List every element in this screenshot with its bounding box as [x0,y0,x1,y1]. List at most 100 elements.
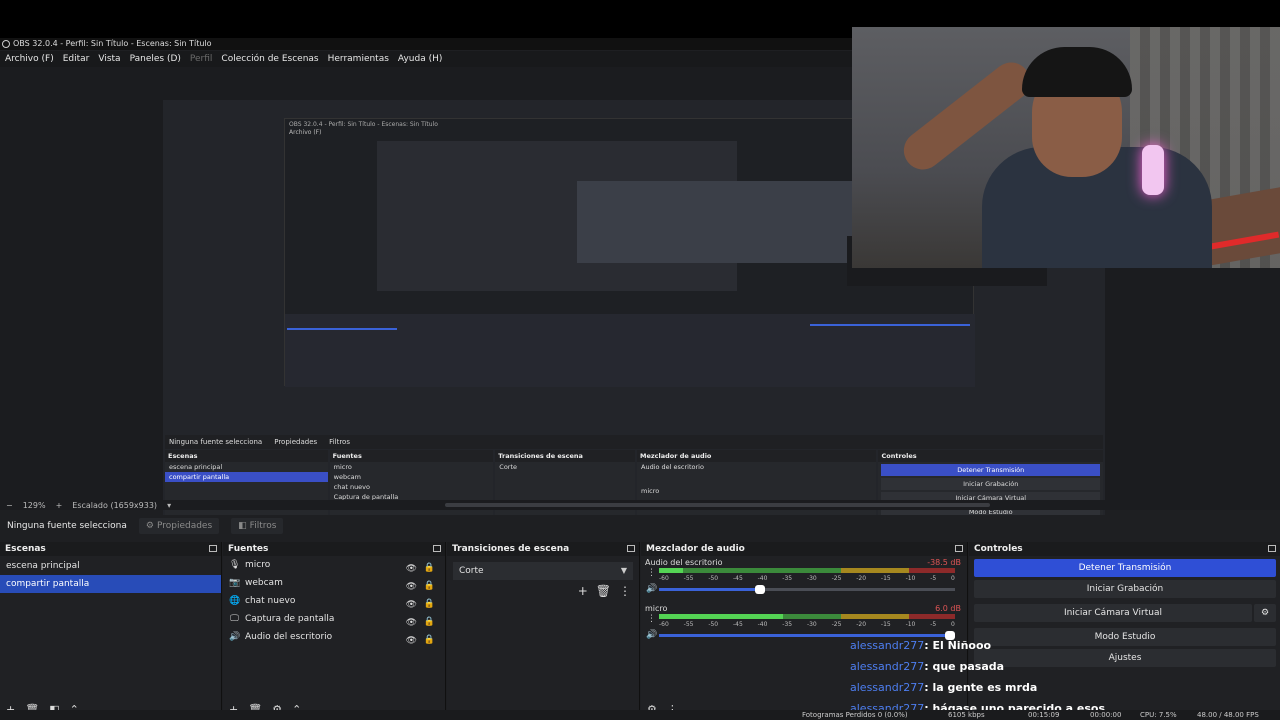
chat-message: alessandr277: que pasada [850,656,1270,677]
meter-ticks: -60 -55 -50 -45 -40 -35 -30 -25 -20 -15 -10 -5 0 [659,575,955,582]
cpu-usage: CPU: 7.5% [1140,711,1177,719]
transition-select[interactable]: Corte ▼ [453,562,633,580]
menu-archivo[interactable]: Archivo (F) [5,54,54,64]
undock-icon[interactable] [209,545,217,552]
chat-user: alessandr277 [850,639,925,652]
menu-ayuda[interactable]: Ayuda (H) [398,54,442,64]
nested-menu: Archivo (F) [289,129,322,136]
more-icon[interactable]: ⋮ [619,584,631,598]
undock-icon[interactable] [627,545,635,552]
chat-text: : que pasada [924,660,1005,673]
nested-transitions: Transiciones de escena Corte [495,450,635,522]
controls-title: Controles [974,544,1023,554]
stop-stream-button[interactable]: Detener Transmisión [974,559,1276,577]
nested-source-item: chat nuevo [333,483,371,491]
slider-handle[interactable] [754,585,765,594]
source-item-webcam[interactable]: 📷 webcam 👁 🔒 [223,574,445,592]
menu-herramientas[interactable]: Herramientas [328,54,389,64]
nested-stop-stream: Detener Transmisión [881,464,1100,476]
zoom-level: 129% [22,500,46,510]
speaker-icon[interactable]: 🔊 [646,630,657,640]
source-label: webcam [245,578,283,588]
undock-icon[interactable] [433,545,441,552]
source-item-screen[interactable]: 🖵 Captura de pantalla 👁 🔒 [223,610,445,628]
add-icon[interactable]: + [578,584,588,598]
source-label: micro [245,560,271,570]
chat-text: : El Niñooo [924,639,992,652]
menu-perfil[interactable]: Perfil [190,54,213,64]
channel-db: 6.0 dB [935,604,961,613]
nested-transitions-title: Transiciones de escena [495,450,635,462]
properties-label: Propiedades [156,521,213,531]
obs-logo-icon [2,40,10,48]
scene-item[interactable]: compartir pantalla [0,575,221,593]
start-recording-button[interactable]: Iniciar Grabación [974,580,1276,598]
controls-header: Controles [969,542,1280,556]
nested-scene-item: escena principal [169,463,223,471]
stream-time: 00:15:09 [1028,711,1060,719]
volume-meter [659,614,955,619]
scene-item[interactable]: escena principal [0,557,221,575]
chat-user: alessandr277 [850,660,925,673]
transitions-header: Transiciones de escena [447,542,639,556]
filters-button[interactable]: ◧ Filtros [231,518,284,534]
status-bar: Fotogramas Perdidos 0 (0.0%) 6105 kbps 0… [0,710,1280,720]
mixer-title: Mezclador de audio [646,544,745,554]
nested-mixer-title: Mezclador de audio [637,450,877,462]
transition-actions: + 🗑 ⋮ [578,584,631,598]
webcam-overlay [852,27,1280,268]
source-item-chat[interactable]: 🌐 chat nuevo 👁 🔒 [223,592,445,610]
menu-coleccion[interactable]: Colección de Escenas [221,54,318,64]
chat-text: : la gente es mrda [924,681,1038,694]
nested-filters: Filtros [329,438,350,446]
source-toolbar: Ninguna fuente selecciona ⚙ Propiedades … [0,515,1280,537]
source-item-micro[interactable]: 🎙 micro 👁 🔒 [223,556,445,574]
source-item-desktop-audio[interactable]: 🔊 Audio del escritorio 👁 🔒 [223,628,445,646]
volume-slider[interactable] [659,585,955,594]
speaker-icon[interactable]: 🔊 [646,584,657,594]
transition-value: Corte [459,566,484,576]
more-icon[interactable]: ⋮ [647,568,656,578]
nested-controls: Controles Detener Transmisión Iniciar Gr… [878,450,1103,522]
eye-icon[interactable]: 👁 [406,632,417,650]
menu-bar: Archivo (F) Editar Vista Paneles (D) Per… [0,51,852,67]
menu-editar[interactable]: Editar [63,54,90,64]
microphone-icon [1142,145,1164,195]
channel-name: Audio del escritorio [645,558,723,567]
more-icon[interactable]: ⋮ [647,614,656,624]
globe-icon: 🌐 [229,595,241,606]
transitions-dock: Transiciones de escena Corte ▼ + 🗑 ⋮ [447,542,640,720]
no-source-label: Ninguna fuente selecciona [7,521,127,531]
trash-icon[interactable]: 🗑 [596,584,611,598]
properties-button[interactable]: ⚙ Propiedades [138,518,220,534]
nested-none-selected: Ninguna fuente selecciona [169,438,263,446]
menu-vista[interactable]: Vista [98,54,120,64]
virtual-camera-button[interactable]: Iniciar Cámara Virtual [974,604,1252,622]
camera-icon: 📷 [229,577,241,588]
undock-icon[interactable] [955,545,963,552]
nested-dock-row: Escenas escena principal compartir panta… [165,450,1103,522]
chat-message: alessandr277: El Niñooo [850,635,1270,656]
nested-mixer: Mezclador de audio Audio del escritorio … [637,450,877,522]
gear-icon: ⚙ [145,521,154,531]
mixer-header: Mezclador de audio [641,542,967,556]
virtual-cam-row: Iniciar Cámara Virtual ⚙ [969,601,1280,625]
chevron-down-icon[interactable]: ▾ [167,501,171,510]
preview-footer: − 129% + Escalado (1659x933) ▾ [0,500,1280,510]
gear-icon: ⚙ [1260,608,1270,618]
scale-label: Escalado (1659x933) [72,500,158,510]
filter-icon: ◧ [238,521,247,531]
lock-icon[interactable]: 🔒 [424,631,435,649]
filters-label: Filtros [249,521,277,531]
nested-mixer-ch: Audio del escritorio [641,463,704,471]
zoom-out-button[interactable]: − [6,501,13,510]
nested-controls-title: Controles [878,450,1103,462]
nested-transition-select: Corte [499,463,518,471]
zoom-in-button[interactable]: + [56,501,63,510]
undock-icon[interactable] [1268,545,1276,552]
virtual-camera-settings[interactable]: ⚙ [1254,604,1276,622]
preview-scrollbar[interactable] [445,503,990,507]
nested-properties: Propiedades [274,438,318,446]
menu-paneles[interactable]: Paneles (D) [130,54,181,64]
sources-header: Fuentes [223,542,445,556]
